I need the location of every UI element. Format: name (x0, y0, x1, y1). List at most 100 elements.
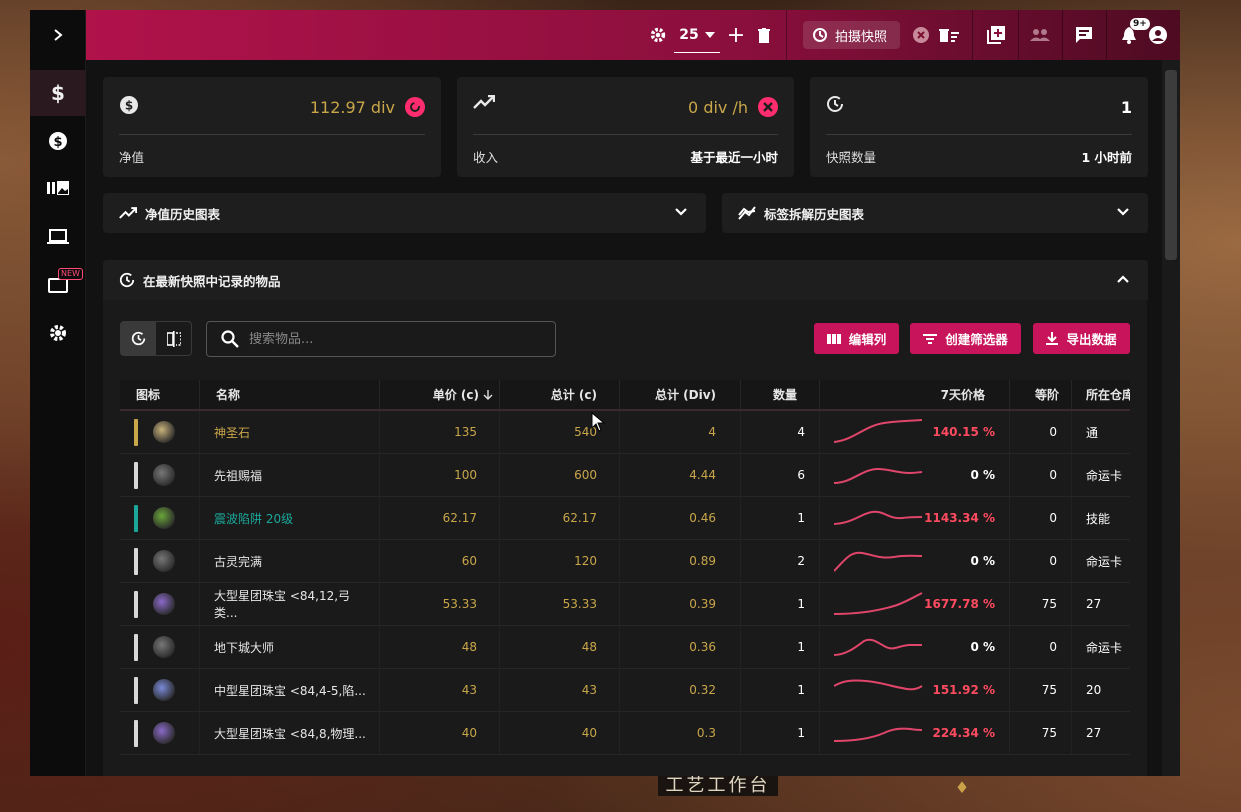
col-name[interactable]: 名称 (200, 380, 380, 409)
league-select[interactable]: 25 (674, 17, 720, 53)
scrollbar-thumb[interactable] (1165, 70, 1177, 260)
add-button[interactable]: + (726, 10, 746, 60)
total-div-cell: 4.44 (620, 454, 741, 496)
item-name-cell: 古灵完满 (200, 540, 380, 582)
delete-button[interactable] (754, 10, 774, 60)
export-data-label: 导出数据 (1066, 332, 1117, 347)
col-stash-tab[interactable]: 所在仓库 (1072, 380, 1130, 409)
table-row[interactable]: 大型星团珠宝 <84,8,物理... 40 40 0.3 1 224.34 % 75 27 (120, 712, 1130, 755)
col-total-div[interactable]: 总计 (Div) (620, 380, 741, 409)
table-row[interactable]: 震波陷阱 20级 62.17 62.17 0.46 1 1143.34 % 0 技能 (120, 497, 1130, 540)
price-7d-cell: 151.92 % (820, 669, 1010, 711)
table-row[interactable]: 地下城大师 48 48 0.36 1 0 % 0 命运卡 (120, 626, 1130, 669)
col-total-c[interactable]: 总计 (c) (500, 380, 620, 409)
league-settings-button[interactable] (646, 10, 670, 60)
compare-toggle[interactable] (156, 322, 191, 355)
quantity-cell: 1 (741, 712, 820, 754)
refresh-networth-button[interactable] (405, 97, 425, 117)
col-icon[interactable]: 图标 (120, 380, 200, 409)
table-row[interactable]: 神圣石 135 540 4 4 140.15 % 0 通 (120, 411, 1130, 454)
item-icon (153, 464, 175, 486)
mouse-cursor-icon (591, 412, 605, 432)
total-c-cell: 48 (500, 626, 620, 668)
trending-up-icon (119, 207, 137, 219)
price-sparkline (834, 467, 923, 484)
unit-price-cell: 135 (380, 411, 500, 453)
rarity-bar (134, 419, 138, 446)
stash-tab-cell: 27 (1086, 726, 1102, 740)
account-button[interactable] (1146, 10, 1170, 60)
snapshots-label: 快照数量 (826, 150, 877, 165)
level-cell: 75 (1010, 669, 1072, 711)
export-data-button[interactable]: 导出数据 (1033, 323, 1130, 354)
unit-price-cell: 40 (380, 712, 500, 754)
price-sparkline (834, 679, 923, 691)
total-c-cell: 40 (500, 712, 620, 754)
total-div-cell: 0.39 (620, 583, 741, 625)
vertical-scrollbar[interactable] (1162, 60, 1180, 776)
level-cell: 0 (1010, 454, 1072, 496)
sidebar-item-settings[interactable] (30, 310, 86, 356)
table-row[interactable]: 先祖赐福 100 600 4.44 6 0 % 0 命运卡 (120, 454, 1130, 497)
col-quantity[interactable]: 数量 (741, 380, 820, 409)
unit-price-cell: 48 (380, 626, 500, 668)
networth-history-accordion[interactable]: 净值历史图表 (103, 193, 706, 233)
items-table: 图标 名称 单价 (c) 总计 (c) 总计 (Div) 数量 7天价格 等阶 … (120, 380, 1130, 776)
col-unit-price[interactable]: 单价 (c) (380, 380, 500, 409)
item-icon (153, 722, 175, 744)
level-cell: 75 (1010, 583, 1072, 625)
stash-tab-cell: 通 (1086, 425, 1099, 440)
clear-snapshots-button[interactable] (938, 10, 960, 60)
sidebar-item-dollar[interactable]: $ (30, 70, 86, 116)
add-profile-button[interactable] (980, 10, 1012, 60)
price-sparkline (834, 510, 923, 525)
unit-price-cell: 62.17 (380, 497, 500, 539)
group-button[interactable] (1026, 10, 1054, 60)
sidebar-item-new[interactable]: NEW (30, 262, 86, 308)
item-icon (153, 636, 175, 658)
plus-icon: + (726, 22, 746, 48)
gallery-icon (47, 181, 69, 195)
tag-history-accordion[interactable]: 标签拆解历史图表 (722, 193, 1148, 233)
income-label: 收入 (473, 150, 499, 165)
feedback-button[interactable] (1070, 10, 1098, 60)
price-sparkline (834, 592, 923, 615)
snapshot-label: 拍摄快照 (835, 29, 888, 45)
cancel-snapshot-button[interactable] (912, 10, 930, 60)
topbar-divider (1018, 10, 1019, 60)
table-row[interactable]: 中型星团珠宝 <84,4-5,陷... 43 43 0.32 1 151.92 % 75 20 (120, 669, 1130, 712)
col-7d-price[interactable]: 7天价格 (820, 380, 1010, 409)
quantity-cell: 1 (741, 669, 820, 711)
quantity-cell: 1 (741, 583, 820, 625)
sidebar-item-currency[interactable]: $ (30, 118, 86, 164)
latest-items-accordion[interactable]: 在最新快照中记录的物品 (103, 260, 1148, 300)
table-row[interactable]: 古灵完满 60 120 0.89 2 0 % 0 命运卡 (120, 540, 1130, 583)
take-snapshot-button[interactable]: 拍摄快照 (803, 21, 900, 49)
sidebar-item-gallery[interactable] (30, 165, 86, 211)
price-change-value: 0 % (970, 640, 995, 654)
reset-income-button[interactable] (758, 97, 778, 117)
search-input[interactable] (249, 331, 529, 347)
snapshots-meta: 1 小时前 (1081, 150, 1132, 165)
col-level[interactable]: 等阶 (1010, 380, 1072, 409)
filter-icon (923, 333, 938, 344)
rarity-bar (134, 720, 138, 747)
expand-sidebar-button[interactable] (30, 12, 86, 58)
rarity-bar (134, 591, 138, 618)
price-sparkline (834, 419, 923, 443)
close-icon (763, 102, 773, 112)
cancel-circle-icon (913, 27, 929, 43)
stash-tab-cell: 命运卡 (1086, 554, 1123, 569)
create-filter-button[interactable]: 创建筛选器 (910, 323, 1021, 354)
sidebar-item-computer[interactable] (30, 214, 86, 260)
league-count: 25 (679, 26, 699, 43)
table-row[interactable]: 大型星团珠宝 <84,12,弓类... 53.33 53.33 0.39 1 1677.7… (120, 583, 1130, 626)
laptop-icon (47, 229, 69, 244)
latest-snapshot-toggle[interactable] (121, 322, 156, 355)
level-cell: 0 (1010, 411, 1072, 453)
price-sparkline (834, 551, 923, 572)
delete-sweep-icon (939, 29, 959, 42)
edit-columns-button[interactable]: 编辑列 (814, 323, 899, 354)
price-change-value: 0 % (970, 554, 995, 568)
download-icon (1046, 332, 1059, 345)
